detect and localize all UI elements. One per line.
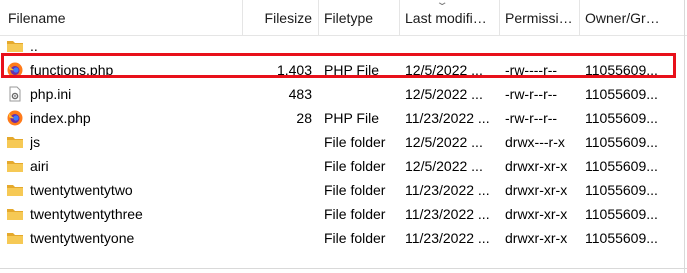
file-name: php.ini xyxy=(30,86,72,102)
column-header-last-modified[interactable]: Last modifi… xyxy=(405,0,497,35)
file-name: index.php xyxy=(30,110,91,126)
folder-icon xyxy=(7,185,23,196)
file-permissions: drwxr-xr-x xyxy=(505,206,568,222)
table-row[interactable]: php.ini 483 12/5/2022 ... -rw-r--r-- 110… xyxy=(0,82,687,106)
table-row[interactable]: airi File folder 12/5/2022 ... drwxr-xr-… xyxy=(0,154,687,178)
file-type: PHP File xyxy=(324,110,379,126)
file-name: functions.php xyxy=(30,62,114,78)
column-header-filename[interactable]: Filename xyxy=(8,0,238,35)
file-size xyxy=(246,154,312,178)
file-type xyxy=(324,82,398,106)
file-size xyxy=(246,202,312,226)
column-divider[interactable] xyxy=(318,0,319,35)
file-name: .. xyxy=(30,38,38,54)
folder-icon xyxy=(7,161,23,172)
file-type: File folder xyxy=(324,182,386,198)
file-size: 28 xyxy=(296,110,312,126)
file-owner: 11055609... xyxy=(585,230,658,246)
file-name: twentytwentythree xyxy=(30,206,143,222)
panel-border xyxy=(0,268,687,269)
column-divider[interactable] xyxy=(499,0,500,35)
file-permissions: drwxr-xr-x xyxy=(505,182,568,198)
folder-icon xyxy=(7,41,23,52)
file-name: twentytwentytwo xyxy=(30,182,133,198)
file-type: File folder xyxy=(324,134,386,150)
file-permissions: -rw-r--r-- xyxy=(505,86,558,102)
file-modified: 12/5/2022 ... xyxy=(405,86,483,102)
column-header-filetype[interactable]: Filetype xyxy=(324,0,396,35)
file-modified: 11/23/2022 ... xyxy=(405,206,490,222)
file-size xyxy=(246,178,312,202)
file-size xyxy=(246,130,312,154)
file-size: 1.403 xyxy=(276,62,312,78)
file-name: js xyxy=(30,134,41,150)
sort-descending-icon: ⌄ xyxy=(435,0,449,8)
file-owner: 11055609... xyxy=(585,158,658,174)
folder-icon xyxy=(7,137,23,148)
table-row[interactable]: twentytwentytwo File folder 11/23/2022 .… xyxy=(0,178,687,202)
file-permissions: drwx---r-x xyxy=(505,134,565,150)
table-row-parent-directory[interactable]: .. xyxy=(0,34,687,58)
file-permissions: -rw----r-- xyxy=(505,62,558,78)
file-modified: 12/5/2022 ... xyxy=(405,62,483,78)
folder-icon xyxy=(7,209,23,220)
file-owner: 11055609... xyxy=(585,182,658,198)
firefox-icon xyxy=(7,62,23,78)
panel-border xyxy=(684,0,685,273)
table-row[interactable]: twentytwentythree File folder 11/23/2022… xyxy=(0,202,687,226)
file-modified: 12/5/2022 ... xyxy=(405,134,483,150)
column-divider[interactable] xyxy=(242,0,243,35)
file-permissions: drwxr-xr-x xyxy=(505,158,568,174)
file-permissions: drwxr-xr-x xyxy=(505,230,568,246)
file-owner: 11055609... xyxy=(585,62,658,78)
file-list-header: Filename Filesize Filetype Last modifi… … xyxy=(0,0,687,36)
file-modified: 12/5/2022 ... xyxy=(405,158,483,174)
file-size xyxy=(246,226,312,250)
file-type: PHP File xyxy=(324,62,379,78)
file-type: File folder xyxy=(324,158,386,174)
column-header-owner-group[interactable]: Owner/Gr… xyxy=(585,0,681,35)
column-header-filesize[interactable]: Filesize xyxy=(246,0,312,35)
file-modified: 11/23/2022 ... xyxy=(405,230,490,246)
table-row[interactable]: functions.php 1.403 PHP File 12/5/2022 .… xyxy=(0,58,687,82)
file-type: File folder xyxy=(324,206,386,222)
file-owner: 11055609... xyxy=(585,206,658,222)
table-row[interactable]: twentytwentyone File folder 11/23/2022 .… xyxy=(0,226,687,250)
column-divider[interactable] xyxy=(399,0,400,35)
file-modified: 11/23/2022 ... xyxy=(405,110,490,126)
table-row[interactable]: js File folder 12/5/2022 ... drwx---r-x … xyxy=(0,130,687,154)
file-owner: 11055609... xyxy=(585,86,658,102)
file-size: 483 xyxy=(288,86,312,102)
file-modified: 11/23/2022 ... xyxy=(405,182,490,198)
folder-icon xyxy=(7,233,23,244)
file-owner: 11055609... xyxy=(585,110,658,126)
file-name: twentytwentyone xyxy=(30,230,135,246)
file-owner: 11055609... xyxy=(585,134,658,150)
file-name: airi xyxy=(30,158,49,174)
file-type: File folder xyxy=(324,230,386,246)
file-permissions: -rw-r--r-- xyxy=(505,110,558,126)
column-header-permissions[interactable]: Permissi… xyxy=(505,0,577,35)
firefox-icon xyxy=(7,110,23,126)
ini-file-icon xyxy=(9,86,21,102)
table-row[interactable]: index.php 28 PHP File 11/23/2022 ... -rw… xyxy=(0,106,687,130)
column-divider[interactable] xyxy=(579,0,580,35)
